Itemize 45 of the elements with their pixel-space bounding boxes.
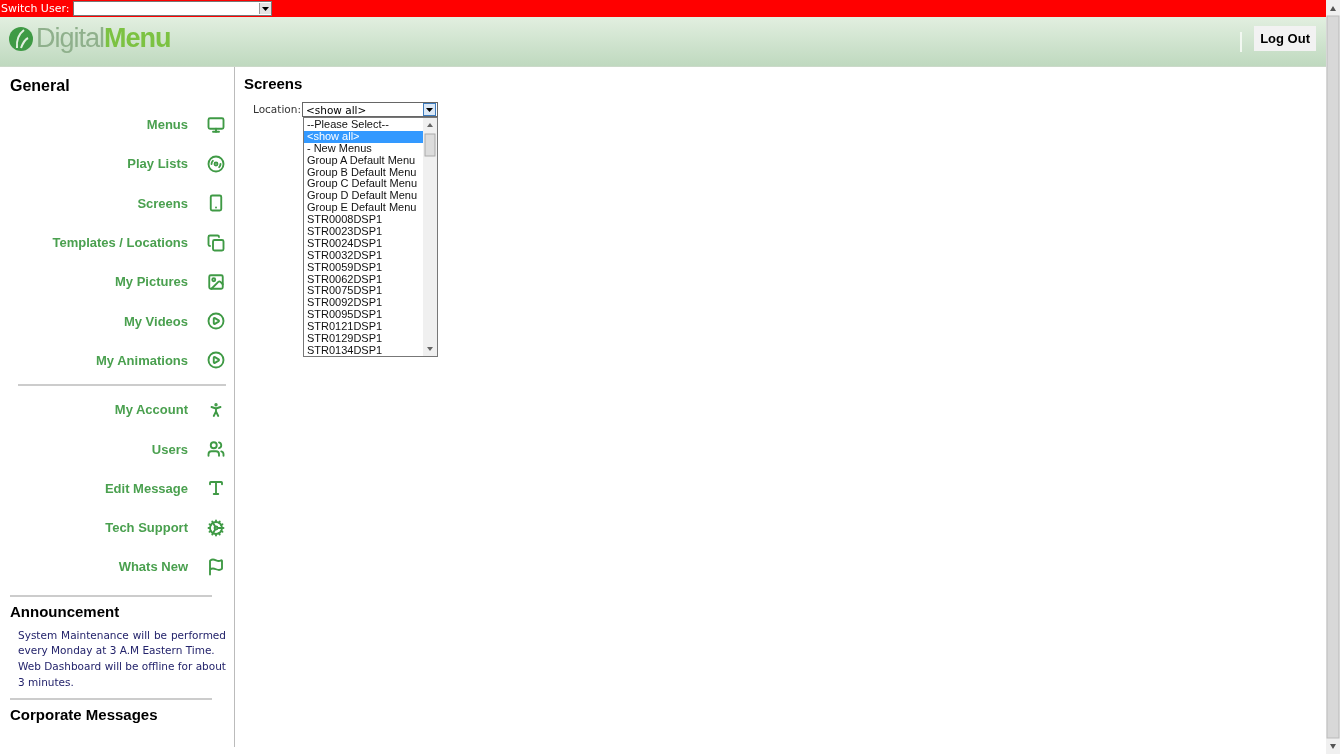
dropdown-option[interactable]: Group A Default Menu [303,154,423,167]
disc-icon [207,154,225,173]
caret-icon [425,107,433,112]
users-icon [207,440,225,458]
play-icon [207,351,225,370]
dropdown-option[interactable]: STR0032DSP1 [303,249,423,262]
monitor-icon [207,115,225,134]
text-icon [207,479,225,498]
announcement-text: Web Dashboard will be offline for about 3 minutes. [18,658,226,690]
dropdown-option[interactable]: STR0095DSP1 [303,309,423,322]
dropdown-option[interactable]: STR0075DSP1 [303,285,423,298]
dropdown-option[interactable]: STR0092DSP1 [303,297,423,310]
phone-icon [207,194,225,213]
picture-frame-icon [207,272,225,291]
flag-icon [207,557,225,576]
switch-user-label: Switch User: [1,2,70,15]
dropdown-option[interactable]: STR0134DSP1 [303,344,423,356]
dropdown-option[interactable]: Group B Default Menu [303,166,423,179]
dropdown-option[interactable]: Group E Default Menu [303,202,423,215]
location-label: Location: [253,103,301,115]
dropdown-option[interactable]: STR0121DSP1 [303,321,423,334]
section-title: Announcement [10,602,121,620]
page-title: Screens [244,75,304,92]
dropdown-option[interactable]: STR0129DSP1 [303,333,423,345]
dropdown-option[interactable]: STR0023DSP1 [303,226,423,238]
dropdown-option[interactable]: Group C Default Menu [303,178,423,191]
logo-text: Menu [104,23,171,53]
dropdown-option[interactable]: STR0008DSP1 [303,214,423,226]
dropdown-option[interactable]: STR0024DSP1 [303,237,423,250]
monitors-icon [207,233,225,252]
section-title: General [10,77,71,95]
announcement-text: System Maintenance will be performed every Monday at 3 A.M Eastern Time. [18,627,226,659]
dropdown-option[interactable]: Group D Default Menu [303,190,423,203]
logout-button[interactable]: Log Out [1254,26,1316,51]
location-select[interactable]: <show all> [301,102,438,117]
dropdown-option[interactable]: --Please Select-- [303,119,423,131]
logo-text: Digital [36,23,105,53]
dropdown-option[interactable]: STR0062DSP1 [303,273,423,286]
section-title: Corporate Messages [10,706,159,724]
play-icon [207,312,225,331]
dropdown-option[interactable]: STR0059DSP1 [303,261,423,274]
dropdown-option[interactable]: - New Menus [303,142,423,155]
gear-icon [207,518,225,537]
leaf-logo-icon [8,25,34,52]
caret-icon [262,6,270,11]
